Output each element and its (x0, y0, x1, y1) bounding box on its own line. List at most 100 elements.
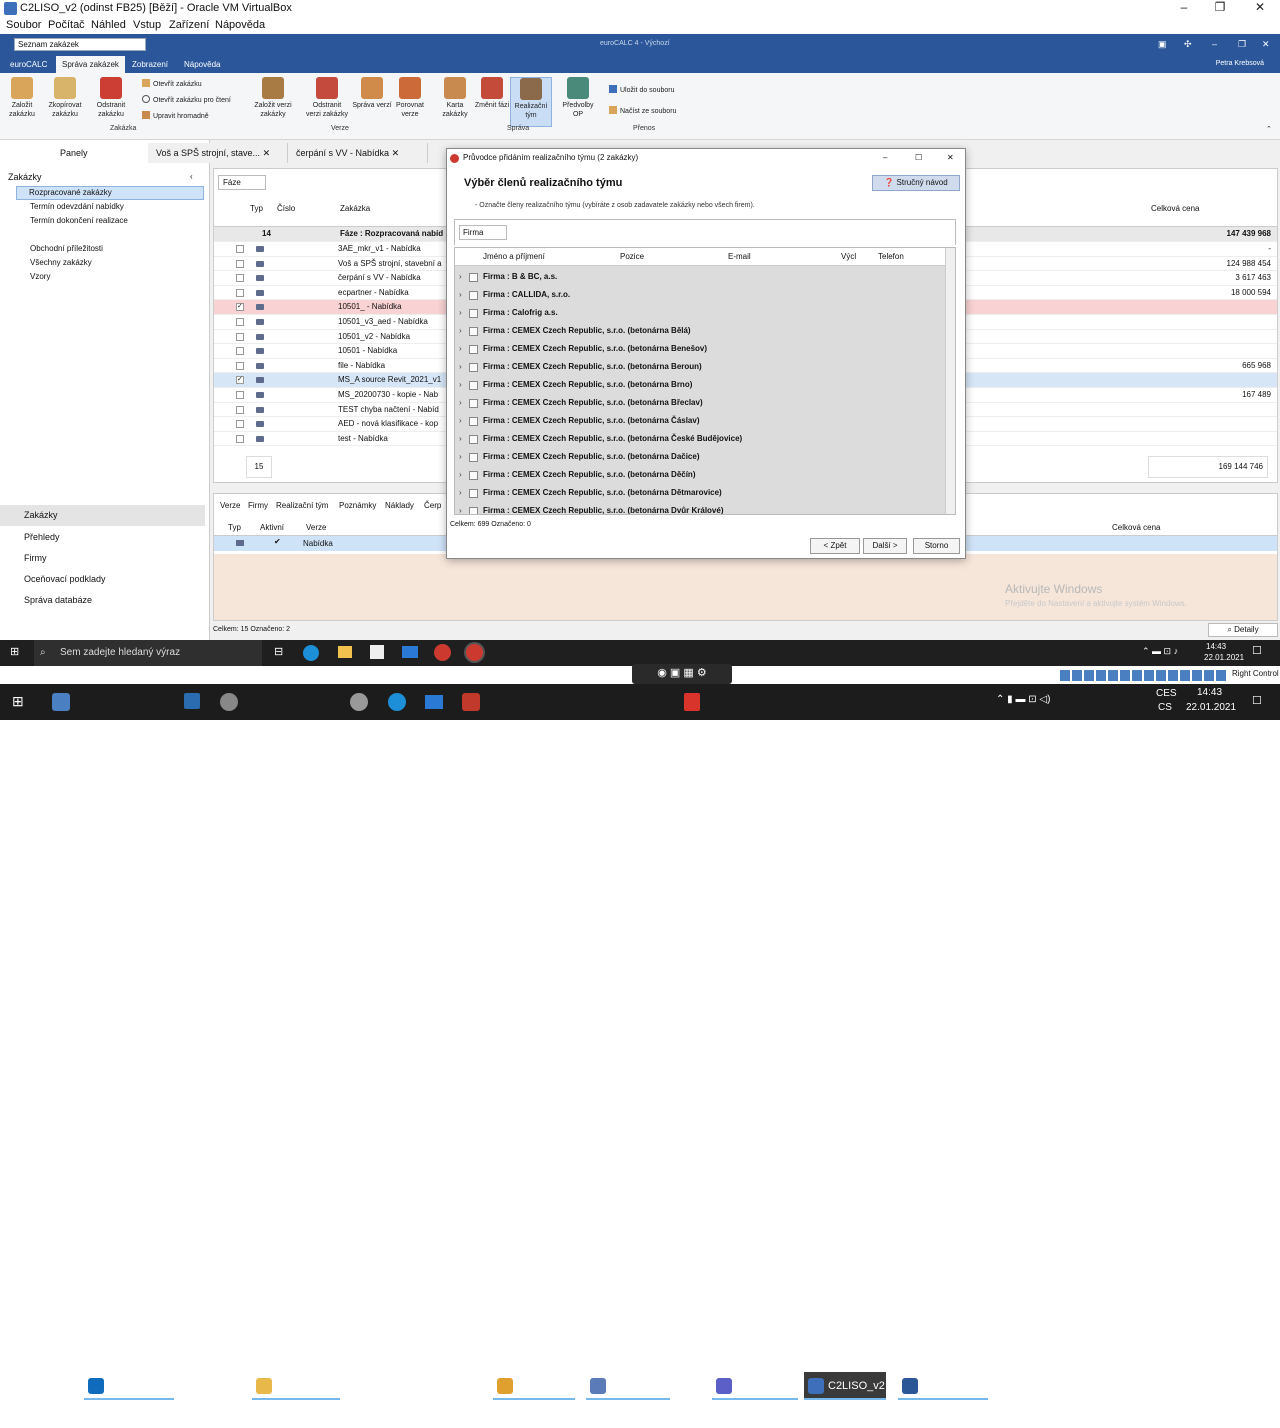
expand-icon[interactable]: › (459, 358, 462, 376)
tree-item-opportunities[interactable]: Obchodní příležitosti (30, 244, 103, 253)
tab-zobrazeni[interactable]: Zobrazení (126, 56, 174, 73)
menu-napoveda[interactable]: Nápověda (215, 19, 265, 31)
expand-icon[interactable]: › (459, 340, 462, 358)
tab-realizacni-tym[interactable]: Realizační tým (276, 501, 328, 510)
firm-group-row[interactable]: › Firma : CEMEX Czech Republic, s.r.o. (b… (455, 502, 945, 514)
nav-prehledy[interactable]: Přehledy (24, 532, 60, 542)
row-checkbox[interactable] (236, 391, 244, 399)
nav-zakazky[interactable]: Zakázky (0, 505, 205, 526)
taskbar-task[interactable]: C2LISO_v2 ... (804, 1372, 886, 1420)
collapse-panel-icon[interactable]: ‹ (190, 172, 193, 181)
doc-tab-cerpani[interactable]: čerpání s VV - Nabídka ✕ (288, 143, 428, 163)
collapse-ribbon-icon[interactable]: ⌃ (1266, 125, 1272, 133)
app-close-icon[interactable]: ✕ (1262, 39, 1270, 50)
tree-item-all-orders[interactable]: Všechny zakázky (30, 258, 92, 267)
taskbar-task[interactable]: Outlook 20... (84, 1372, 174, 1400)
open-readonly-button[interactable]: Otevřít zakázku pro čtení (142, 95, 231, 104)
firm-checkbox[interactable] (469, 273, 478, 282)
firm-group-row[interactable]: › Firma : CEMEX Czech Republic, s.r.o. (b… (455, 412, 945, 430)
firm-checkbox[interactable] (469, 399, 478, 408)
expand-icon[interactable]: › (459, 322, 462, 340)
delete-order-button[interactable]: Odstranit zakázku (90, 77, 132, 119)
firm-checkbox[interactable] (469, 381, 478, 390)
col-typ[interactable]: Typ (250, 204, 263, 213)
eurocalc-taskbar-icon[interactable] (434, 644, 451, 661)
firm-checkbox[interactable] (469, 453, 478, 462)
host-pdf-icon[interactable] (684, 693, 700, 711)
maximize-button[interactable]: ❐ (1200, 0, 1240, 17)
tab-sprava-zakazek[interactable]: Správa zakázek (56, 56, 125, 73)
explorer-icon[interactable] (338, 646, 352, 658)
expand-icon[interactable]: › (459, 430, 462, 448)
firm-group-row[interactable]: › Firma : CEMEX Czech Republic, s.r.o. (b… (455, 466, 945, 484)
tree-item-templates[interactable]: Vzory (30, 272, 50, 281)
row-checkbox[interactable] (236, 288, 244, 297)
firm-checkbox[interactable] (469, 345, 478, 354)
app-pin-icon[interactable]: ✣ (1184, 39, 1192, 50)
taskbar-task[interactable]: Tickets > ... (493, 1372, 575, 1400)
taskbar-task[interactable]: Word 2016 (898, 1372, 988, 1400)
firm-checkbox[interactable] (469, 327, 478, 336)
realization-team-button[interactable]: Realizační tým (510, 77, 552, 127)
cancel-button[interactable]: Storno (913, 538, 960, 554)
tab-napoveda[interactable]: Nápověda (178, 56, 226, 73)
tree-item-deadline-offer[interactable]: Termín odevzdání nabídky (30, 202, 124, 211)
tab-firmy[interactable]: Firmy (248, 501, 268, 510)
taskbar-task[interactable]: Oracle VM ... (586, 1372, 670, 1420)
preferences-op-button[interactable]: Předvolby OP (557, 77, 599, 119)
change-phase-button[interactable]: Změnit fázi (471, 77, 513, 110)
col-celkova-cena[interactable]: Celková cena (1151, 204, 1199, 213)
host-lang-1[interactable]: CES (1156, 688, 1177, 699)
firm-group-row[interactable]: › Firma : CEMEX Czech Republic, s.r.o. (b… (455, 430, 945, 448)
col-version-name[interactable]: Verze (306, 523, 326, 532)
mail-icon[interactable] (402, 646, 418, 658)
delete-version-button[interactable]: Odstranit verzi zakázky (306, 77, 348, 119)
task-view-icon[interactable]: ⊟ (274, 645, 283, 658)
col-name[interactable]: Jméno a příjmení (483, 252, 545, 261)
host-settings-app-icon[interactable] (220, 693, 238, 711)
tab-eurocalc[interactable]: euroCALC (4, 56, 53, 73)
menu-soubor[interactable]: Soubor (6, 19, 41, 31)
nav-firmy[interactable]: Firmy (24, 553, 47, 563)
menu-vstup[interactable]: Vstup (133, 19, 161, 31)
firm-group-row[interactable]: › Firma : B & BC, a.s. (455, 268, 945, 286)
firm-checkbox[interactable] (469, 489, 478, 498)
row-checkbox[interactable] (236, 318, 244, 326)
row-checkbox[interactable] (236, 405, 244, 414)
doc-tab-vos[interactable]: Voš a SPŠ strojní, stave... ✕ (148, 143, 288, 163)
col-vychozi[interactable]: Výcl (841, 252, 856, 261)
group-chip-firma[interactable]: Firma (459, 225, 507, 240)
app-maximize-icon[interactable]: ❐ (1238, 39, 1246, 50)
vbox-device-icons[interactable] (1060, 670, 1226, 681)
notifications-icon[interactable]: ☐ (1252, 644, 1262, 657)
firm-group-row[interactable]: › Firma : CEMEX Czech Republic, s.r.o. (b… (455, 394, 945, 412)
firm-checkbox[interactable] (469, 291, 478, 300)
group-filter-chip[interactable]: Fáze (218, 175, 266, 190)
row-checkbox[interactable] (236, 361, 244, 370)
app-minimize-icon[interactable]: – (1212, 39, 1217, 49)
store-icon[interactable] (370, 645, 384, 659)
expand-icon[interactable]: › (459, 448, 462, 466)
host-tool-icon[interactable] (350, 693, 368, 711)
firm-checkbox[interactable] (469, 471, 478, 480)
row-checkbox[interactable]: ✓ (236, 303, 244, 312)
expand-icon[interactable]: › (459, 502, 462, 514)
tab-naklady[interactable]: Náklady (385, 501, 414, 510)
guest-start-icon[interactable]: ⊞ (10, 645, 19, 658)
compare-versions-button[interactable]: Porovnat verze (389, 77, 431, 119)
row-checkbox[interactable] (236, 274, 244, 283)
row-checkbox[interactable] (236, 259, 244, 268)
expand-icon[interactable]: › (459, 376, 462, 394)
firm-group-row[interactable]: › Firma : CEMEX Czech Republic, s.r.o. (b… (455, 340, 945, 358)
guest-search-box[interactable]: ⌕ Sem zadejte hledaný výraz (34, 640, 262, 666)
expand-icon[interactable]: › (459, 394, 462, 412)
manage-versions-button[interactable]: Správa verzí (351, 77, 393, 110)
quick-guide-button[interactable]: ❓ Stručný návod (872, 175, 960, 191)
create-order-button[interactable]: Založit zakázku (1, 77, 43, 119)
tree-item-in-progress[interactable]: Rozpracované zakázky (16, 186, 204, 200)
row-checkbox[interactable]: ✓ (236, 376, 244, 385)
dialog-maximize-button[interactable]: ☐ (915, 149, 922, 167)
row-checkbox[interactable] (236, 332, 244, 341)
tab-cerp[interactable]: Čerp (424, 501, 441, 510)
firm-checkbox[interactable] (469, 417, 478, 426)
